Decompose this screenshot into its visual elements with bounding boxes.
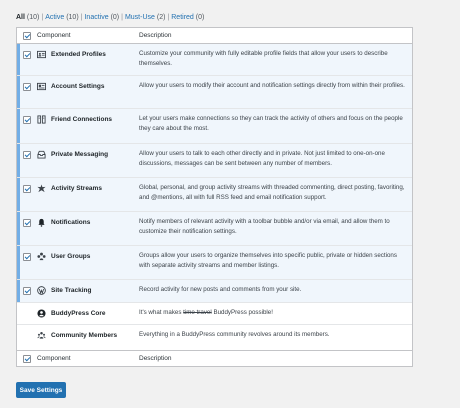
column-footer-component: Component: [37, 355, 71, 362]
table-row: Private Messaging Allow your users to ta…: [17, 144, 412, 178]
component-description: Global, personal, and group activity str…: [139, 184, 405, 201]
filter-retired-link[interactable]: Retired (0): [171, 14, 204, 21]
component-name: Extended Profiles: [51, 51, 106, 58]
table-row: Account Settings Allow your users to mod…: [17, 76, 412, 109]
activity-icon: [37, 184, 46, 193]
component-name: Private Messaging: [51, 151, 109, 158]
filter-inactive-label: Inactive: [84, 14, 109, 21]
table-row: Activity Streams Global, personal, and g…: [17, 178, 412, 212]
column-header-component: Component: [37, 32, 71, 39]
component-description: Everything in a BuddyPress community rev…: [139, 331, 330, 338]
table-row: User Groups Groups allow your users to o…: [17, 246, 412, 280]
component-description: Groups allow your users to organize them…: [139, 252, 397, 269]
table-row: BuddyPress Core It's what makes time tra…: [17, 303, 412, 325]
column-header-description: Description: [139, 32, 172, 39]
description-text: BuddyPress possible!: [211, 309, 273, 316]
component-description: Notify members of relevant activity with…: [139, 218, 390, 235]
component-name: Community Members: [51, 332, 118, 339]
status-filter-links: All (10) | Active (10) | Inactive (0) | Must-U…: [16, 14, 204, 21]
select-all-checkbox-footer[interactable]: [23, 354, 31, 363]
select-all-checkbox[interactable]: [23, 31, 31, 40]
save-settings-button[interactable]: Save Settings: [16, 382, 66, 398]
settings-card-icon: [37, 82, 46, 91]
table-row: Community Members Everything in a BuddyP…: [17, 325, 412, 351]
component-name: Site Tracking: [51, 287, 92, 294]
filter-all-link[interactable]: All (10): [16, 14, 39, 21]
table-row: Site Tracking Record activity for new po…: [17, 280, 412, 303]
filter-must-use-label: Must-Use: [124, 14, 155, 21]
buddypress-icon: [37, 309, 46, 318]
component-name: Account Settings: [51, 83, 105, 90]
component-checkbox[interactable]: [23, 253, 31, 261]
component-checkbox[interactable]: [23, 287, 31, 295]
filter-all-count: (10): [26, 14, 40, 21]
component-checkbox[interactable]: [23, 116, 31, 124]
component-description: Allow your users to modify their account…: [139, 82, 405, 89]
component-checkbox[interactable]: [23, 51, 31, 59]
component-description: Record activity for new posts and commen…: [139, 286, 302, 293]
members-icon: [37, 331, 46, 339]
filter-inactive-link[interactable]: Inactive (0): [84, 14, 119, 21]
profile-card-icon: [37, 50, 46, 59]
table-row: Notifications Notify members of relevant…: [17, 212, 412, 246]
friends-icon: [37, 115, 46, 124]
bell-icon: [38, 218, 45, 227]
filter-retired-count: (0): [195, 14, 205, 21]
component-name: Activity Streams: [51, 185, 102, 192]
component-description: It's what makes time travel BuddyPress p…: [139, 303, 412, 318]
table-header: Component Description: [17, 28, 412, 44]
component-checkbox[interactable]: [23, 151, 31, 159]
component-description: Customize your community with fully edit…: [139, 50, 388, 67]
filter-active-label: Active: [45, 14, 65, 21]
components-table: Component Description Extended Profiles …: [16, 27, 413, 367]
component-description: Allow your users to talk to each other d…: [139, 150, 385, 167]
filter-active-link[interactable]: Active (10): [45, 14, 78, 21]
inbox-icon: [37, 150, 46, 159]
filter-must-use-link[interactable]: Must-Use (2): [125, 14, 165, 21]
description-strikethrough: time travel: [183, 309, 212, 316]
table-row: Friend Connections Let your users make c…: [17, 109, 412, 144]
component-description: Let your users make connections so they …: [139, 115, 403, 132]
component-name: Notifications: [51, 219, 91, 226]
wordpress-icon: [37, 286, 46, 295]
column-footer-description: Description: [139, 355, 172, 362]
groups-icon: [37, 252, 46, 261]
component-name: BuddyPress Core: [51, 310, 106, 317]
filter-inactive-count: (0): [110, 14, 120, 21]
component-name: User Groups: [51, 253, 91, 260]
table-footer: Component Description: [17, 350, 412, 366]
component-name: Friend Connections: [51, 116, 113, 123]
table-row: Extended Profiles Customize your communi…: [17, 44, 412, 76]
filter-retired-label: Retired: [171, 14, 194, 21]
component-checkbox[interactable]: [23, 219, 31, 227]
filter-all-label: All: [16, 14, 25, 21]
component-checkbox[interactable]: [23, 83, 31, 91]
filter-active-count: (10): [66, 14, 79, 21]
component-checkbox[interactable]: [23, 185, 31, 193]
description-text: It's what makes: [139, 309, 184, 316]
